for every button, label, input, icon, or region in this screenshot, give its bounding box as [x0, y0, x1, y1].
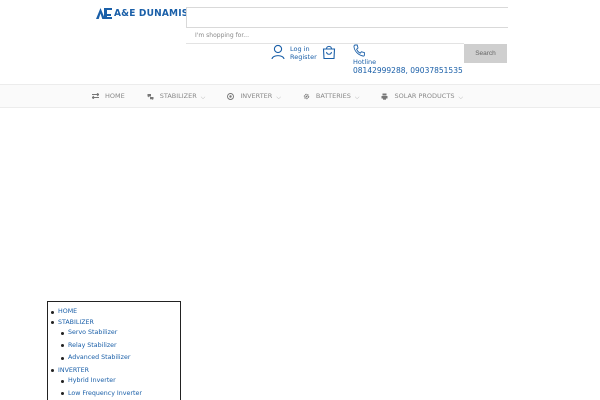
sitemap-link-servo-stabilizer[interactable]: Servo Stabilizer — [61, 329, 180, 342]
solar-icon — [381, 93, 388, 100]
account-links: Log in Register — [290, 45, 317, 61]
chevron-down-icon: ⌵ — [200, 94, 206, 101]
inverter-icon — [227, 92, 235, 100]
sitemap-link-inverter[interactable]: INVERTER — [51, 367, 180, 378]
nav-item-inverter[interactable]: INVERTER ⌵ — [227, 92, 281, 101]
nav-item-solar-products[interactable]: SOLAR PRODUCTS ⌵ — [381, 92, 464, 101]
chevron-down-icon: ⌵ — [276, 94, 281, 101]
chevron-down-icon: ⌵ — [458, 94, 464, 101]
nav-item-label: SOLAR PRODUCTS — [394, 92, 455, 100]
sitemap-link-advanced-stabilizer[interactable]: Advanced Stabilizer — [61, 354, 180, 367]
sitemap-link-home[interactable]: HOME — [51, 308, 180, 319]
sitemap-link-stabilizer[interactable]: STABILIZER — [51, 319, 180, 330]
sitemap-menu: HOME STABILIZER Servo Stabilizer Relay S… — [47, 301, 181, 400]
sitemap-link-relay-stabilizer[interactable]: Relay Stabilizer — [61, 342, 180, 355]
nav-item-home[interactable]: HOME — [92, 92, 125, 100]
battery-icon — [303, 93, 310, 99]
search-input[interactable] — [186, 7, 508, 28]
user-icon[interactable] — [271, 44, 285, 60]
nav-item-label: STABILIZER — [159, 92, 197, 100]
nav-item-label: HOME — [105, 92, 125, 100]
hotline-numbers[interactable]: 08142999288, 09037851535 — [353, 66, 463, 75]
nav-item-stabilizer[interactable]: STABILIZER ⌵ — [147, 92, 206, 101]
sitemap-link-hybrid-inverter[interactable]: Hybrid Inverter — [61, 377, 180, 390]
register-link[interactable]: Register — [290, 53, 317, 61]
phone-icon — [353, 44, 365, 57]
main-nav: HOME STABILIZER ⌵ INVERTER ⌵ BATTERIES ⌵… — [0, 84, 600, 108]
nav-item-label: INVERTER — [240, 92, 273, 100]
nav-item-batteries[interactable]: BATTERIES ⌵ — [303, 92, 360, 101]
nav-item-label: BATTERIES — [315, 92, 351, 100]
search-button[interactable]: Search — [464, 44, 507, 63]
chevron-down-icon: ⌵ — [354, 94, 360, 101]
home-icon — [92, 93, 99, 99]
search-placeholder[interactable]: I'm shopping for... — [195, 32, 249, 39]
site-logo[interactable]: A&E DUNAMIS — [96, 8, 192, 19]
login-link[interactable]: Log in — [290, 45, 317, 53]
hotline-label: Hotline — [353, 58, 377, 66]
sitemap-link-low-frequency-inverter[interactable]: Low Frequency Inverter — [61, 390, 180, 400]
logo-mark-icon — [96, 8, 112, 19]
shopping-bag-icon[interactable] — [322, 44, 336, 60]
logo-text: A&E DUNAMIS — [114, 8, 189, 19]
stabilizer-icon — [147, 93, 154, 100]
